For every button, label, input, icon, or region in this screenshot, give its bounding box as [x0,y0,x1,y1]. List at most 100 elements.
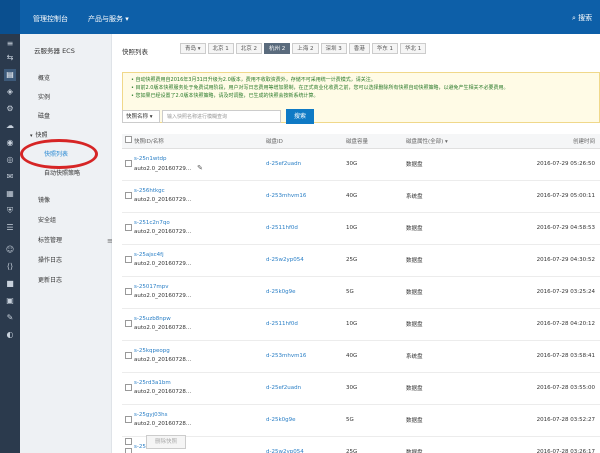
sidebar-item-update-logs[interactable]: 更新日志 [38,275,62,284]
row-checkbox[interactable] [122,404,134,436]
home-icon[interactable] [0,0,20,34]
region-tab-active[interactable]: 杭州 2 [264,43,291,54]
snapshot-id[interactable]: s-25uzb8npw [134,316,171,322]
header-disk-attr[interactable]: 磁盘属性(全部) ▾ [406,134,484,149]
sidebar-item-disks[interactable]: 磁盘 [38,111,50,120]
snapshot-id[interactable]: s-25ajsc4fj [134,252,164,258]
sidebar-item-overview[interactable]: 概览 [38,73,50,82]
disk-id[interactable]: d-25k0g9e [266,404,346,436]
ots-icon[interactable]: ▦ [4,188,16,200]
table-row[interactable]: s-25rd3a1bm auto2.0_20160728... d-25ef2uad… [122,372,600,404]
region-tab[interactable]: 香港 [348,43,370,54]
row-checkbox[interactable] [122,308,134,340]
table-row[interactable]: s-25gyj03hs auto2.0_20160728... d-25k0g9e 5… [122,404,600,436]
mq-icon[interactable]: ✉ [4,171,16,183]
sidebar-item-instances[interactable]: 实例 [38,92,50,101]
created-time: 2016-07-28 03:52:27 [536,417,595,423]
filter-select[interactable]: 快照名称 ▾ [122,110,160,123]
delete-snapshot-button[interactable]: 删除快照 [146,435,186,449]
created-time: 2016-07-29 05:00:11 [536,193,595,199]
created-time: 2016-07-29 03:25:24 [536,289,595,295]
user-icon[interactable]: ☺ [4,244,16,256]
disk-size: 30G [346,161,358,167]
collapse-icon[interactable]: ⇆ [4,52,16,64]
row-checkbox[interactable] [122,340,134,372]
region-tab[interactable]: 华东 1 [371,43,399,54]
shield-icon[interactable]: ◐ [4,329,16,341]
row-checkbox[interactable] [122,276,134,308]
search-link[interactable]: ⌕ 搜索 [572,13,592,23]
sidebar-item-security-groups[interactable]: 安全组 [38,215,56,224]
search-button[interactable]: 搜索 [286,109,314,124]
security-icon[interactable]: ⛨ [4,205,16,217]
log-icon[interactable]: ☰ [4,222,16,234]
sidebar-title: 云服务器 ECS [34,47,75,55]
table-row[interactable]: s-25017mpv auto2.0_20160729... d-25k0g9e 5G… [122,276,600,308]
slb-icon[interactable]: ⚙ [4,103,16,115]
row-checkbox[interactable] [122,372,134,404]
disk-id[interactable]: d-25k0g9e [266,276,346,308]
disk-size: 5G [346,289,354,295]
code-icon[interactable]: ⟨⟩ [4,261,16,273]
snapshot-id[interactable]: s-25017mpv [134,284,168,290]
region-tab[interactable]: 青岛 ▾ [180,43,206,54]
disk-size: 30G [346,385,358,391]
region-tab[interactable]: 上海 2 [292,43,319,54]
table-row[interactable]: s-25uzb8npw auto2.0_20160728... d-2511hf0d… [122,308,600,340]
products-menu[interactable]: 产品与服务 ▾ [88,14,129,24]
region-tab[interactable]: 北京 1 [207,43,234,54]
console-link[interactable]: 管理控制台 [33,14,68,24]
tool-icon[interactable]: ✎ [4,312,16,324]
sidebar-item-tags[interactable]: 标签管理 [38,235,62,244]
disk-id[interactable]: d-2511hf0d [266,212,346,244]
snapshot-id[interactable]: s-25rd3a1bm [134,380,171,386]
rds-icon[interactable]: ◈ [4,86,16,98]
row-checkbox[interactable] [122,180,134,212]
row-checkbox[interactable] [122,244,134,276]
snapshot-id[interactable]: s-251c2n7qo [134,220,170,226]
sidebar-item-operation-logs[interactable]: 操作日志 [38,255,62,264]
snapshot-id[interactable]: s-256htkgc [134,188,165,194]
disk-id[interactable]: d-25ef2uadn [266,148,346,180]
select-all-checkbox[interactable] [122,134,134,149]
ecs-icon[interactable]: ▤ [4,69,16,81]
created-time: 2016-07-29 05:26:50 [536,161,595,167]
footer-checkbox[interactable] [125,438,132,445]
disk-id[interactable]: d-2511hf0d [266,308,346,340]
region-tab[interactable]: 深圳 3 [320,43,347,54]
box-icon[interactable]: ■ [4,278,16,290]
table-row[interactable]: s-25kqpeopg auto2.0_20160728... d-253mhvm1… [122,340,600,372]
region-tab[interactable]: 北京 2 [235,43,263,54]
kv-icon[interactable]: ◎ [4,154,16,166]
row-checkbox[interactable] [122,148,134,180]
table-row[interactable]: s-251c2n7qo auto2.0_20160729... d-2511hf0d… [122,212,600,244]
product-nav: ≡ ⇆ ▤ ◈ ⚙ ☁ ◉ ◎ ✉ ▦ ⛨ ☰ ☺ ⟨⟩ ■ ▣ ✎ ◐ [0,34,20,453]
table-row[interactable]: s-25n1wtdp auto2.0_20160729... ✎ d-25ef2uad… [122,148,600,180]
edit-pencil-icon[interactable]: ✎ [197,164,203,173]
oss-icon[interactable]: ☁ [4,120,16,132]
disk-size: 40G [346,193,358,199]
sidebar-group-snapshots[interactable]: ▾ 快照 [30,130,48,139]
table-row[interactable]: s-256htkgc auto2.0_20160729... d-253mhvm16… [122,180,600,212]
disk-id[interactable]: d-25w2yp054 [266,436,346,453]
snapshot-id[interactable]: s-25gyj03hs [134,412,167,418]
snapshot-id[interactable]: s-25n1wtdp [134,156,166,162]
disk-id[interactable]: d-25ef2uadn [266,372,346,404]
table-row[interactable]: s-25ajsc4fj auto2.0_20160729... d-25w2yp05… [122,244,600,276]
table-row[interactable]: s-25pbtt1vauto2.0_20160728...d-25w2yp054… [122,436,600,453]
sidebar-item-auto-snapshot-policy[interactable]: 自动快照策略 [44,168,80,177]
menu-icon[interactable]: ≡ [4,38,16,50]
disk-id[interactable]: d-25w2yp054 [266,244,346,276]
disk-id[interactable]: d-253mhvm16 [266,180,346,212]
monitor-icon[interactable]: ▣ [4,295,16,307]
disk-id[interactable]: d-253mhvm16 [266,340,346,372]
sidebar-item-images[interactable]: 镜像 [38,195,50,204]
row-checkbox[interactable] [122,212,134,244]
cdn-icon[interactable]: ◉ [4,137,16,149]
snapshot-id[interactable]: s-25kqpeopg [134,348,170,354]
search-input[interactable]: 输入快照名称进行模糊查询 [162,110,281,123]
snapshot-cell: s-25ajsc4fj auto2.0_20160729... [134,244,266,276]
disk-attr: 系统盘 [406,194,423,200]
region-tab[interactable]: 华北 1 [400,43,427,54]
notice-line: • 自动快照费用自2016年3月31日升级为2.0版本，费用不收取资费外，存储不… [131,77,376,83]
